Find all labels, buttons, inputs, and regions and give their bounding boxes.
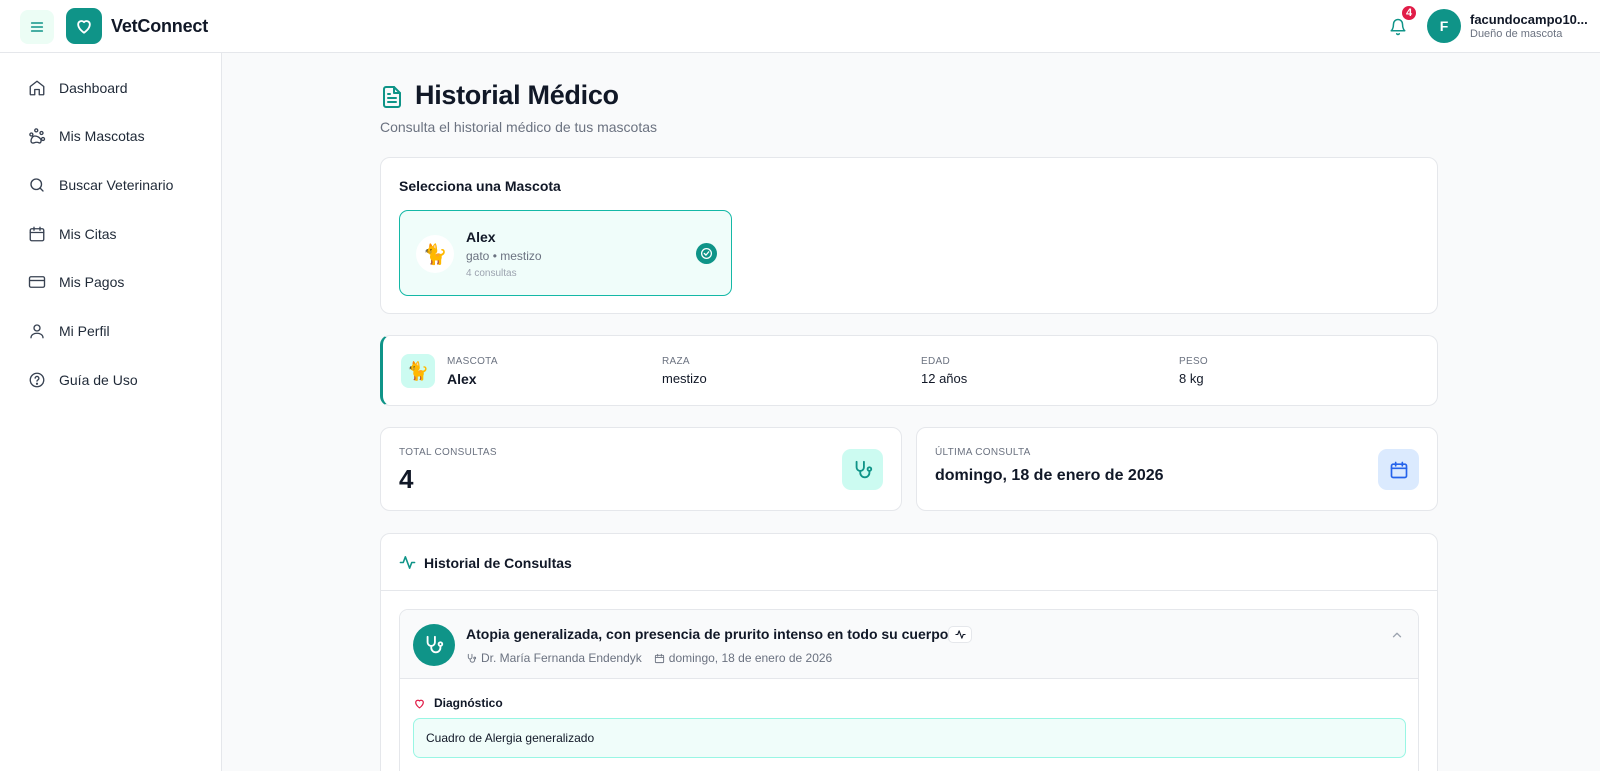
total-consults-card: TOTAL CONSULTAS 4: [380, 427, 902, 511]
total-consults-value: 4: [399, 464, 414, 494]
pet-name: Alex: [466, 229, 496, 245]
edad-value: 12 años: [921, 371, 968, 386]
page-title: Historial Médico: [415, 80, 619, 110]
sidebar-item-label: Guía de Uso: [59, 372, 138, 388]
pet-option[interactable]: 🐈 Alex gato • mestizo 4 consultas: [399, 210, 732, 296]
sidebar-item-label: Mi Perfil: [59, 323, 110, 339]
edad-label: EDAD: [921, 356, 950, 367]
notification-badge: 4: [1400, 4, 1418, 22]
heart-icon: [413, 697, 426, 710]
peso-label: PESO: [1179, 356, 1208, 367]
calendar-icon: [1378, 449, 1419, 490]
pet-info-card: 🐈 MASCOTA Alex RAZA mestizo EDAD 12 años…: [380, 335, 1438, 406]
consult-history-card: Historial de Consultas Atopia generaliza…: [380, 533, 1438, 771]
user-avatar[interactable]: F: [1427, 9, 1461, 43]
consult-date: domingo, 18 de enero de 2026: [668, 651, 833, 665]
consult-item-header[interactable]: Atopia generalizada, con presencia de pr…: [400, 610, 1418, 679]
sidebar-item-label: Mis Mascotas: [59, 128, 145, 144]
search-icon: [27, 175, 47, 195]
pet-selector-card: Selecciona una Mascota 🐈 Alex gato • mes…: [380, 157, 1438, 314]
consult-history-title: Historial de Consultas: [424, 555, 572, 571]
last-consult-card: ÚLTIMA CONSULTA domingo, 18 de enero de …: [916, 427, 1438, 511]
mascota-label: MASCOTA: [447, 356, 498, 367]
file-text-icon: [380, 84, 404, 110]
last-consult-label: ÚLTIMA CONSULTA: [935, 447, 1031, 458]
stethoscope-icon: [466, 653, 477, 664]
credit-card-icon: [27, 272, 47, 292]
sidebar-item-mis-pagos[interactable]: Mis Pagos: [16, 263, 206, 301]
stethoscope-icon: [842, 449, 883, 490]
paw-icon: [27, 126, 47, 146]
menu-toggle-button[interactable]: [20, 10, 54, 44]
consult-doctor: Dr. María Fernanda Endendyk: [481, 651, 642, 665]
help-circle-icon: [27, 370, 47, 390]
sidebar: Dashboard Mis Mascotas Buscar Veterinari…: [0, 53, 222, 771]
cat-icon: 🐈: [416, 235, 454, 273]
consult-meta: Dr. María Fernanda Endendyk domingo, 18 …: [466, 651, 832, 665]
sidebar-item-label: Dashboard: [59, 80, 128, 96]
stethoscope-icon: [413, 624, 455, 666]
activity-icon: [399, 554, 416, 571]
sidebar-item-mis-mascotas[interactable]: Mis Mascotas: [16, 117, 206, 155]
user-role: Dueño de mascota: [1470, 28, 1563, 40]
pet-selector-title: Selecciona una Mascota: [399, 178, 561, 194]
hamburger-icon: [30, 22, 44, 32]
sidebar-item-mis-citas[interactable]: Mis Citas: [16, 215, 206, 253]
heart-icon: [77, 20, 91, 34]
diagnosis-label: Diagnóstico: [413, 696, 503, 710]
sidebar-item-buscar-veterinario[interactable]: Buscar Veterinario: [16, 166, 206, 204]
check-circle-icon: [696, 243, 717, 264]
diagnosis-text: Cuadro de Alergia generalizado: [413, 718, 1406, 758]
sidebar-item-label: Mis Pagos: [59, 274, 125, 290]
sidebar-item-label: Mis Citas: [59, 226, 117, 242]
raza-value: mestizo: [662, 371, 707, 386]
user-icon: [27, 321, 47, 341]
user-name[interactable]: facundocampo10...: [1470, 12, 1588, 27]
total-consults-label: TOTAL CONSULTAS: [399, 447, 497, 458]
consult-item: Atopia generalizada, con presencia de pr…: [399, 609, 1419, 771]
chevron-up-icon[interactable]: [1390, 628, 1404, 642]
cat-icon: 🐈: [401, 354, 435, 388]
consult-title: Atopia generalizada, con presencia de pr…: [466, 626, 953, 642]
page-subtitle: Consulta el historial médico de tus masc…: [380, 119, 658, 135]
top-header: VetConnect 4 F facundocampo10... Dueño d…: [0, 0, 1600, 53]
calendar-icon: [27, 224, 47, 244]
brand-name: VetConnect: [111, 16, 209, 36]
sidebar-item-dashboard[interactable]: Dashboard: [16, 69, 206, 107]
consult-history-header: Historial de Consultas: [381, 534, 1437, 591]
pet-consult-count: 4 consultas: [466, 268, 517, 279]
peso-value: 8 kg: [1179, 371, 1204, 386]
activity-icon: [948, 626, 972, 643]
pet-type: gato • mestizo: [466, 249, 542, 263]
mascota-value: Alex: [447, 371, 477, 387]
sidebar-item-guia-de-uso[interactable]: Guía de Uso: [16, 361, 206, 399]
sidebar-item-mi-perfil[interactable]: Mi Perfil: [16, 312, 206, 350]
raza-label: RAZA: [662, 356, 690, 367]
calendar-icon: [654, 653, 665, 664]
sidebar-item-label: Buscar Veterinario: [59, 177, 174, 193]
last-consult-value: domingo, 18 de enero de 2026: [935, 467, 1164, 484]
home-icon: [27, 78, 47, 98]
logo[interactable]: [66, 8, 102, 44]
